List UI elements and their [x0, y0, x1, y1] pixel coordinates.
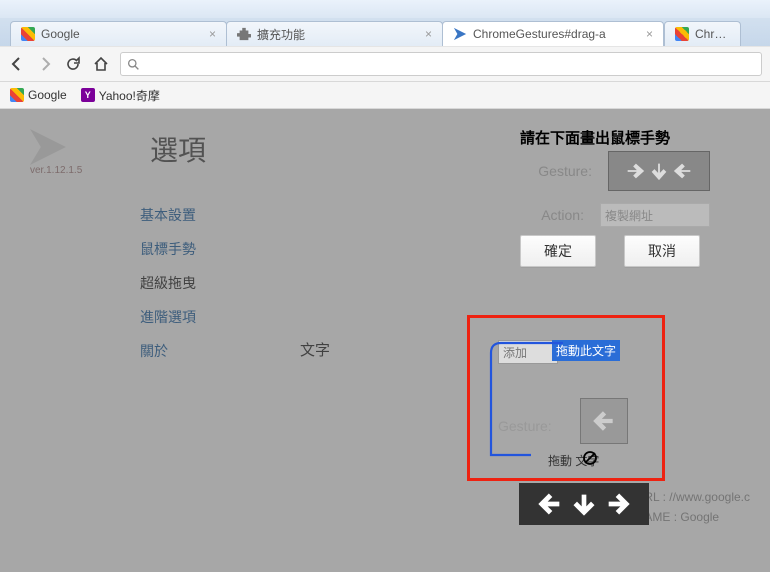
tab-extensions[interactable]: 擴充功能 ×: [226, 21, 443, 46]
tab-google[interactable]: Google ×: [10, 21, 227, 46]
close-icon[interactable]: ×: [209, 27, 216, 41]
search-icon: [127, 58, 140, 71]
action-row: Action: 複製網址: [541, 203, 710, 227]
arrow-left-icon: [591, 408, 617, 434]
close-icon[interactable]: ×: [646, 27, 653, 41]
arrow-left-icon: [672, 160, 694, 182]
tab-title: 擴充功能: [257, 26, 419, 43]
gesture-label: Gesture:: [498, 418, 552, 434]
tab-chrome[interactable]: Chrom: [664, 21, 741, 46]
window-titlebar: [0, 0, 770, 18]
gesture-icon: [453, 27, 467, 41]
page-content: ver.1.12.1.5 選項 基本設置 鼠標手勢 超級拖曳 進階選項 關於 文…: [0, 109, 770, 572]
bookmark-label: Yahoo!奇摩: [99, 87, 160, 104]
add-button[interactable]: 添加: [498, 340, 558, 364]
extension-icon: [237, 27, 251, 41]
arrow-left-icon: [536, 490, 564, 518]
google-icon: [10, 88, 24, 102]
arrow-right-icon: [604, 490, 632, 518]
home-button[interactable]: [92, 55, 110, 73]
highlight-box: 添加 拖動此文字 Gesture: 拖動 文字: [467, 315, 665, 481]
tab-title: Chrom: [695, 27, 730, 41]
close-icon[interactable]: ×: [425, 27, 432, 41]
gesture-preview: [608, 151, 710, 191]
dialog-buttons: 確定 取消: [520, 235, 700, 267]
action-label: Action:: [541, 207, 584, 223]
gesture-tooltip: [519, 483, 649, 525]
ok-button[interactable]: 確定: [520, 235, 596, 267]
google-icon: [21, 27, 35, 41]
reload-button[interactable]: [64, 55, 82, 73]
arrow-down-icon: [570, 490, 598, 518]
yahoo-icon: Y: [81, 88, 95, 102]
gesture-arrow-box: [580, 398, 628, 444]
tab-strip: Google × 擴充功能 × ChromeGestures#drag-a × …: [0, 18, 770, 46]
drag-text-pill[interactable]: 拖動此文字: [552, 340, 620, 361]
toolbar: [0, 46, 770, 82]
action-select[interactable]: 複製網址: [600, 203, 710, 227]
omnibox[interactable]: [120, 52, 762, 76]
tab-title: Google: [41, 27, 203, 41]
gesture-label: Gesture:: [538, 163, 592, 179]
bookmarks-bar: Google Y Yahoo!奇摩: [0, 82, 770, 109]
tab-chromegestures[interactable]: ChromeGestures#drag-a ×: [442, 21, 664, 46]
bookmark-yahoo[interactable]: Y Yahoo!奇摩: [81, 87, 160, 104]
tab-title: ChromeGestures#drag-a: [473, 27, 640, 41]
gesture-row: Gesture:: [538, 151, 710, 191]
bookmark-label: Google: [28, 88, 67, 102]
back-button[interactable]: [8, 55, 26, 73]
bookmark-google[interactable]: Google: [10, 88, 67, 102]
google-icon: [675, 27, 689, 41]
no-drop-cursor-icon: [582, 450, 598, 466]
dialog-title: 請在下面畫出鼠標手勢: [520, 127, 670, 148]
forward-button[interactable]: [36, 55, 54, 73]
arrow-down-icon: [648, 160, 670, 182]
arrow-right-icon: [624, 160, 646, 182]
cancel-button[interactable]: 取消: [624, 235, 700, 267]
